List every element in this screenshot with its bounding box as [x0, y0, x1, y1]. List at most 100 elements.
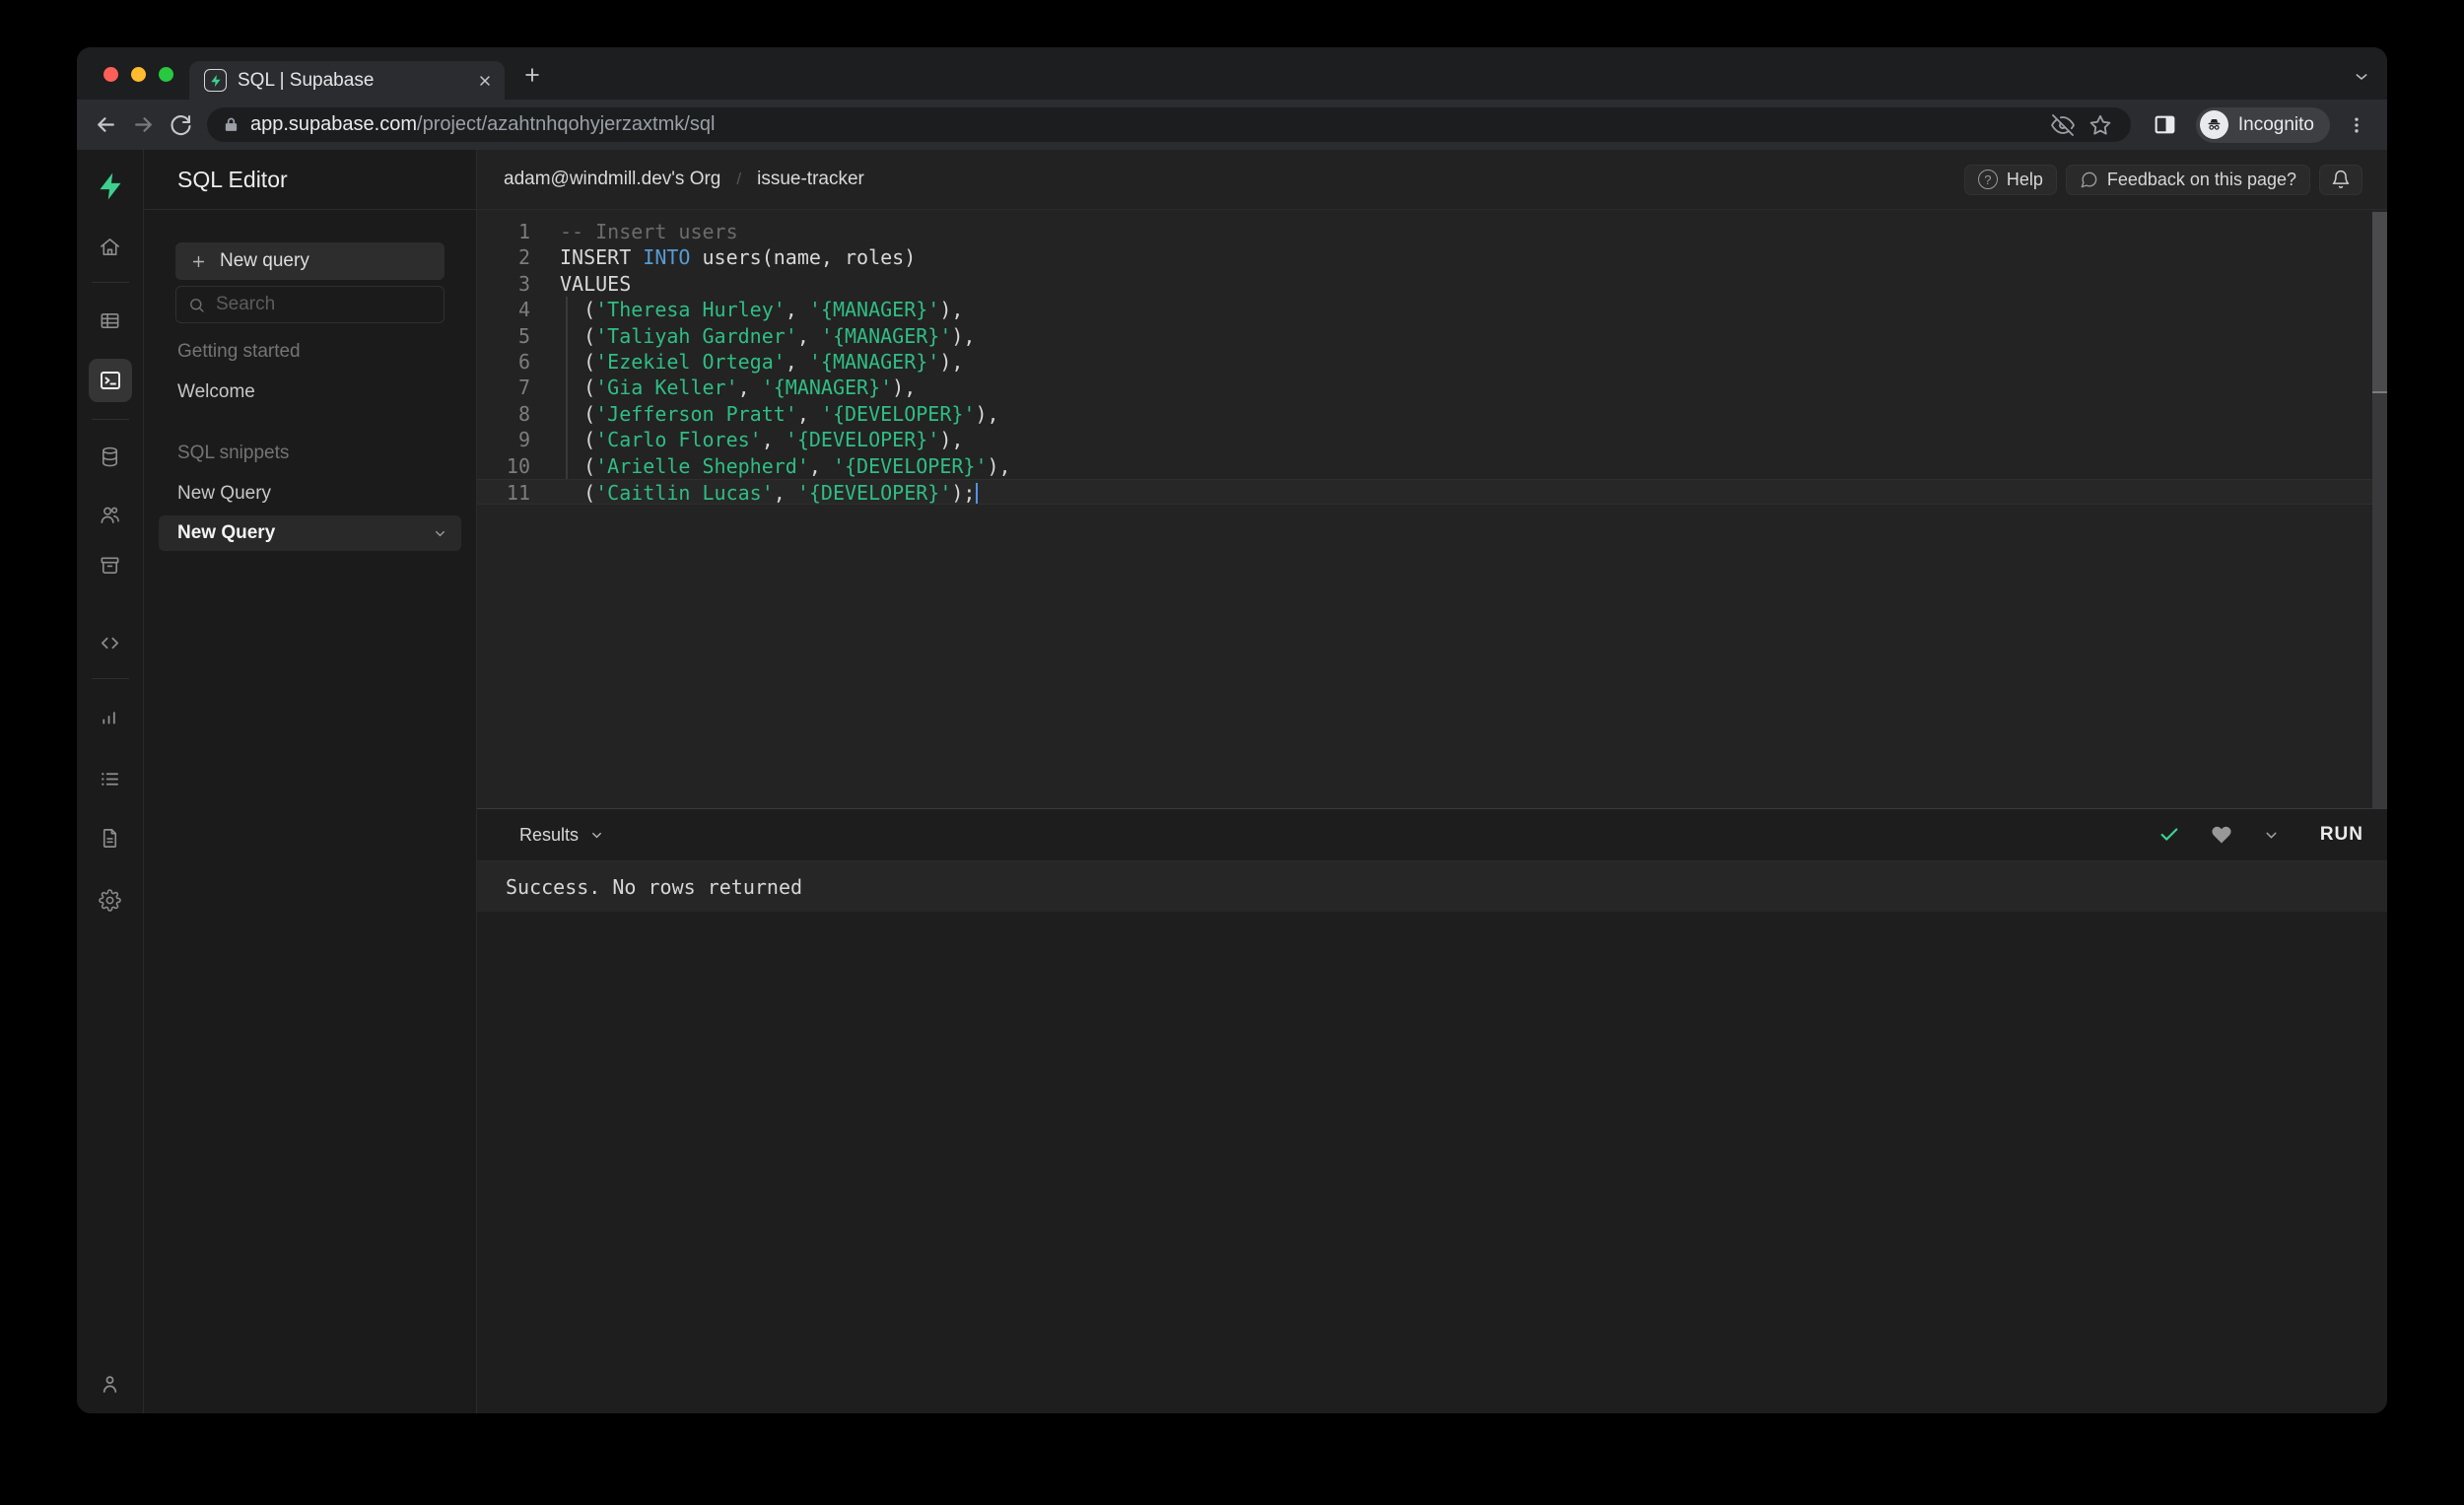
account-person-icon[interactable] [93, 1366, 128, 1402]
code-text: INSERT INTO users(name, roles) [560, 245, 917, 270]
line-number: 1 [517, 220, 530, 243]
favorite-heart-icon[interactable] [2211, 824, 2232, 846]
sidebar-item-new-query[interactable]: New Query [159, 515, 461, 551]
supabase-logo-icon[interactable] [96, 171, 125, 201]
sidebar-item-new-query[interactable]: New Query [177, 483, 461, 505]
browser-menu-kebab-icon[interactable] [2340, 106, 2373, 144]
code-line[interactable]: 2 INSERT INTO users(name, roles) [477, 244, 2387, 270]
url-bar[interactable]: app.supabase.com/project/azahtnhqohyjerz… [207, 107, 2131, 142]
line-number: 7 [517, 376, 530, 400]
incognito-label: Incognito [2237, 113, 2314, 135]
breadcrumb-org[interactable]: adam@windmill.dev's Org [504, 169, 720, 190]
new-tab-button[interactable] [522, 65, 542, 85]
sidebar-section-label: Getting started [177, 341, 301, 362]
edge-functions-icon[interactable] [93, 625, 128, 660]
feedback-button[interactable]: Feedback on this page? [2065, 164, 2310, 195]
back-icon[interactable] [87, 106, 124, 144]
search-placeholder: Search [216, 294, 276, 314]
reload-icon[interactable] [162, 106, 199, 144]
code-line[interactable]: 6 ('Ezekiel Ortega', '{MANAGER}'), [477, 349, 2387, 375]
code-line[interactable]: 4 ('Theresa Hurley', '{MANAGER}'), [477, 297, 2387, 322]
storage-icon[interactable] [93, 547, 128, 582]
query-status-row: Success. No rows returned [477, 860, 2387, 912]
sidebar-section-label: SQL snippets [177, 443, 290, 463]
code-line[interactable]: 5 ('Taliyah Gardner', '{MANAGER}'), [477, 323, 2387, 349]
code-line[interactable]: 9 ('Carlo Flores', '{DEVELOPER}'), [477, 427, 2387, 452]
sql-editor-icon[interactable] [88, 359, 132, 402]
authentication-users-icon[interactable] [93, 497, 128, 532]
status-message: Success. No rows returned [506, 874, 803, 899]
code-text: ('Carlo Flores', '{DEVELOPER}'), [560, 428, 964, 452]
search-input[interactable]: Search [175, 286, 445, 323]
run-options-chevron-icon[interactable] [2263, 827, 2280, 844]
sidebar-content: New query Search Getting started Welcome S… [144, 210, 476, 1413]
notifications-bell-icon[interactable] [2319, 164, 2362, 195]
results-tab[interactable]: Results [519, 825, 604, 846]
database-icon[interactable] [93, 439, 128, 474]
help-button[interactable]: ? Help [1963, 164, 2057, 195]
text-cursor [976, 482, 979, 504]
rail-divider [92, 419, 129, 420]
sidebar-item-label: New Query [177, 522, 276, 543]
page-title: SQL Editor [177, 166, 288, 192]
tab-close-icon[interactable] [477, 73, 493, 89]
saved-check-icon [2158, 824, 2180, 846]
supabase-favicon-icon [204, 69, 227, 92]
chevron-down-icon [589, 828, 604, 843]
code-text: -- Insert users [560, 220, 738, 243]
browser-toolbar: app.supabase.com/project/azahtnhqohyjerz… [77, 100, 2387, 150]
code-line[interactable]: 1 -- Insert users [477, 219, 2387, 244]
side-panel-icon[interactable] [2145, 106, 2186, 144]
tab-overflow-chevron-icon[interactable] [2354, 69, 2369, 85]
code-line[interactable]: 11 ('Caitlin Lucas', '{DEVELOPER}'); [477, 478, 2387, 506]
code-line[interactable]: 8 ('Jefferson Pratt', '{DEVELOPER}'), [477, 401, 2387, 427]
url-text: app.supabase.com/project/azahtnhqohyjerz… [250, 113, 716, 135]
code-line[interactable]: 10 ('Arielle Shepherd', '{DEVELOPER}'), [477, 453, 2387, 479]
code-line[interactable]: 3 VALUES [477, 271, 2387, 297]
line-number: 11 [506, 480, 530, 505]
sql-editor-sidebar: SQL Editor New query Search Getting star… [144, 150, 477, 1413]
browser-tab[interactable]: SQL | Supabase [189, 61, 505, 100]
scrollbar-thumb[interactable] [2372, 212, 2387, 393]
logs-list-icon[interactable] [93, 761, 128, 796]
line-number: 9 [517, 428, 530, 452]
close-window-button[interactable] [103, 67, 118, 82]
sidebar-sections: Getting started Welcome SQL snippets New Qu… [159, 341, 461, 551]
table-editor-icon[interactable] [93, 303, 128, 338]
search-icon [188, 297, 205, 313]
feedback-button-label: Feedback on this page? [2106, 169, 2296, 189]
incognito-badge[interactable]: Incognito [2195, 106, 2330, 143]
sidebar-item-label: New Query [177, 483, 272, 504]
help-button-label: Help [2006, 169, 2043, 189]
privacy-eye-off-icon[interactable] [2044, 110, 2082, 140]
settings-gear-icon[interactable] [93, 882, 128, 918]
breadcrumb-project[interactable]: issue-tracker [757, 169, 864, 190]
bookmark-star-icon[interactable] [2082, 110, 2119, 140]
lock-icon [223, 116, 240, 133]
new-query-button[interactable]: New query [175, 242, 445, 280]
code-text: ('Taliyah Gardner', '{MANAGER}'), [560, 323, 976, 348]
forward-icon[interactable] [124, 106, 162, 144]
indent-guide [566, 297, 568, 479]
main-panel: adam@windmill.dev's Org / issue-tracker … [477, 150, 2387, 1413]
line-number: 2 [517, 245, 530, 270]
main-header: adam@windmill.dev's Org / issue-tracker … [477, 150, 2387, 210]
new-query-button-label: New query [220, 250, 309, 271]
help-icon: ? [1977, 170, 1998, 189]
sql-code-editor[interactable]: 1 -- Insert users 2 INSERT INTO users(name,… [477, 210, 2387, 808]
fullscreen-window-button[interactable] [159, 67, 173, 82]
minimize-window-button[interactable] [131, 67, 146, 82]
editor-scrollbar[interactable] [2372, 212, 2387, 808]
run-button[interactable]: RUN [2320, 824, 2363, 846]
code-line[interactable]: 7 ('Gia Keller', '{MANAGER}'), [477, 375, 2387, 400]
nav-rail [77, 150, 144, 1413]
line-number: 3 [517, 271, 530, 296]
home-icon[interactable] [93, 229, 128, 264]
api-docs-icon[interactable] [93, 820, 128, 855]
line-number: 5 [517, 323, 530, 348]
tab-strip: SQL | Supabase [77, 47, 2387, 100]
chevron-down-icon [433, 526, 447, 541]
results-empty-area [477, 912, 2387, 1413]
reports-chart-icon[interactable] [93, 699, 128, 734]
sidebar-item-welcome[interactable]: Welcome [177, 381, 461, 403]
